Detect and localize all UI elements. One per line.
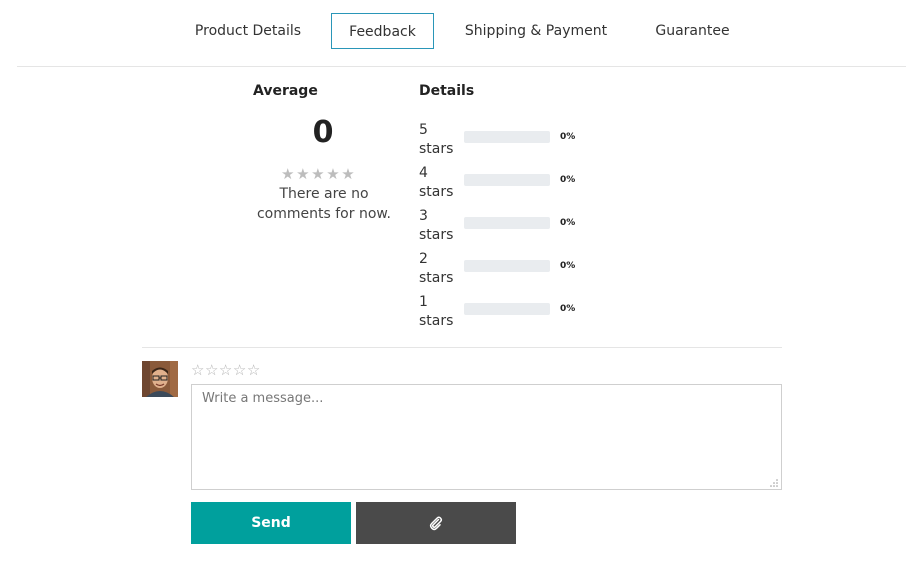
tab-divider bbox=[17, 66, 906, 67]
average-heading: Average bbox=[253, 83, 318, 99]
star-icon: ★ bbox=[341, 165, 357, 183]
product-tabs: Product Details Feedback Shipping & Paym… bbox=[0, 13, 924, 49]
rating-progress-bar bbox=[464, 174, 550, 186]
avatar bbox=[142, 361, 178, 397]
star-outline-icon[interactable]: ☆ bbox=[191, 361, 205, 379]
rating-row-label: 3 stars bbox=[419, 208, 454, 243]
attach-file-button[interactable] bbox=[356, 502, 516, 544]
average-stars: ★★★★★ bbox=[281, 165, 356, 183]
rating-percent: 0% bbox=[560, 175, 576, 185]
resize-handle-icon[interactable] bbox=[769, 478, 779, 488]
no-comments-text: There are no comments for now. bbox=[256, 186, 391, 222]
star-outline-icon[interactable]: ☆ bbox=[219, 361, 233, 379]
rating-percent: 0% bbox=[560, 304, 576, 314]
rating-progress-bar bbox=[464, 260, 550, 272]
details-heading: Details bbox=[419, 83, 475, 99]
average-value: 0 bbox=[312, 115, 334, 150]
star-outline-icon[interactable]: ☆ bbox=[205, 361, 219, 379]
tab-product-details[interactable]: Product Details bbox=[187, 13, 309, 49]
star-outline-icon[interactable]: ☆ bbox=[233, 361, 247, 379]
tab-shipping-payment[interactable]: Shipping & Payment bbox=[456, 13, 616, 49]
star-icon: ★ bbox=[281, 165, 297, 183]
rating-row-label: 5 stars bbox=[419, 122, 454, 157]
message-input[interactable] bbox=[191, 384, 782, 490]
composer-divider bbox=[142, 347, 782, 348]
star-icon: ★ bbox=[296, 165, 312, 183]
star-outline-icon[interactable]: ☆ bbox=[247, 361, 261, 379]
paperclip-icon bbox=[429, 516, 443, 531]
tab-guarantee[interactable]: Guarantee bbox=[646, 13, 739, 49]
rating-progress-bar bbox=[464, 131, 550, 143]
rating-percent: 0% bbox=[560, 261, 576, 271]
tab-feedback[interactable]: Feedback bbox=[331, 13, 434, 49]
star-icon: ★ bbox=[326, 165, 342, 183]
rating-progress-bar bbox=[464, 217, 550, 229]
rating-row-label: 4 stars bbox=[419, 165, 454, 200]
rating-row-label: 2 stars bbox=[419, 251, 454, 286]
rating-input-stars[interactable]: ☆☆☆☆☆ bbox=[191, 361, 261, 379]
star-icon: ★ bbox=[311, 165, 327, 183]
rating-percent: 0% bbox=[560, 218, 576, 228]
rating-percent: 0% bbox=[560, 132, 576, 142]
send-button[interactable]: Send bbox=[191, 502, 351, 544]
rating-progress-bar bbox=[464, 303, 550, 315]
rating-row-label: 1 stars bbox=[419, 294, 454, 329]
user-avatar-icon bbox=[142, 361, 178, 397]
